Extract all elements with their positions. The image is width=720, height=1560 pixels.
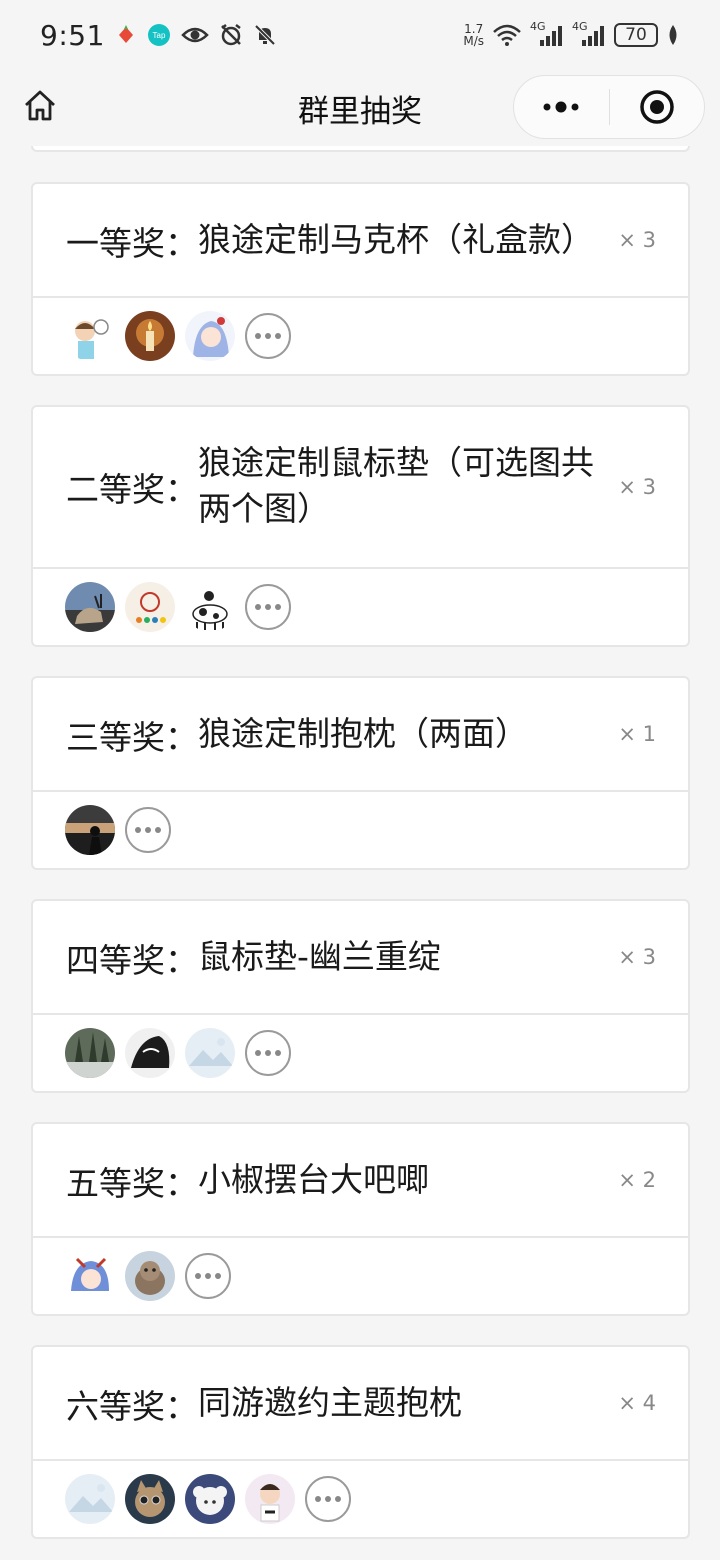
avatar-lantern[interactable] — [125, 582, 175, 632]
avatar-anime-girl[interactable] — [185, 311, 235, 361]
winner-avatars — [33, 569, 688, 645]
prize-level: 六等奖： — [66, 1387, 198, 1426]
prize-name: 狼途定制马克杯（礼盒款） — [198, 220, 594, 259]
avatar-anime-blue[interactable] — [65, 1251, 115, 1301]
app-notification-icon — [115, 24, 137, 46]
more-winners-button[interactable] — [125, 807, 171, 853]
prize-level: 三等奖： — [66, 718, 198, 757]
prize-header: 五等奖： 小椒摆台大吧唧 × 2 — [33, 1124, 688, 1238]
prize-count: × 3 — [618, 945, 656, 969]
more-winners-button[interactable] — [305, 1476, 351, 1522]
prize-level: 二等奖： — [66, 470, 198, 509]
status-left: 9:51 Tap — [40, 19, 277, 52]
status-time: 9:51 — [40, 18, 105, 52]
winner-avatars — [33, 1015, 688, 1091]
prize-card[interactable]: 五等奖： 小椒摆台大吧唧 × 2 — [31, 1122, 690, 1316]
avatar-otter[interactable] — [125, 1251, 175, 1301]
svg-text:Tap: Tap — [152, 31, 165, 40]
avatar-cow[interactable] — [185, 582, 235, 632]
status-bar: 9:51 Tap 1.7 M/s 4G 4G 70 — [0, 0, 720, 70]
net-speed: 1.7 M/s — [463, 23, 484, 47]
nav-bar: 群里抽奖 — [0, 70, 720, 146]
avatar-monochrome[interactable] — [125, 1028, 175, 1078]
avatar-cartoon-kid[interactable] — [245, 1474, 295, 1524]
prize-card[interactable]: 三等奖： 狼途定制抱枕（两面） × 1 — [31, 676, 690, 870]
avatar-wolf[interactable] — [65, 582, 115, 632]
avatar-trees[interactable] — [65, 1028, 115, 1078]
more-winners-button[interactable] — [185, 1253, 231, 1299]
eye-icon — [181, 24, 209, 46]
more-winners-button[interactable] — [245, 584, 291, 630]
more-dots-icon — [543, 101, 579, 113]
prize-name: 鼠标垫-幽兰重绽 — [198, 937, 441, 976]
winner-avatars — [33, 1461, 688, 1537]
leaf-icon — [666, 24, 680, 46]
prize-card[interactable]: 六等奖： 同游邀约主题抱枕 × 4 — [31, 1345, 690, 1539]
alarm-off-icon — [219, 23, 243, 47]
prize-count: × 3 — [618, 475, 656, 499]
prize-count: × 2 — [618, 1168, 656, 1192]
avatar-placeholder[interactable] — [185, 1028, 235, 1078]
prize-name: 狼途定制抱枕（两面） — [198, 714, 528, 753]
status-right: 1.7 M/s 4G 4G 70 — [463, 20, 680, 48]
prize-count: × 1 — [618, 722, 656, 746]
avatar-cat[interactable] — [125, 1474, 175, 1524]
mini-program-capsule — [513, 75, 705, 139]
prize-level: 五等奖： — [66, 1164, 198, 1203]
signal-label-1: 4G — [530, 20, 546, 33]
more-winners-button[interactable] — [245, 1030, 291, 1076]
avatar-sunset[interactable] — [65, 805, 115, 855]
avatar-placeholder[interactable] — [65, 1474, 115, 1524]
more-winners-button[interactable] — [245, 313, 291, 359]
signal-label-2: 4G — [572, 20, 588, 33]
close-mini-program-button[interactable] — [610, 76, 705, 138]
avatar-sheep[interactable] — [185, 1474, 235, 1524]
prize-header: 六等奖： 同游邀约主题抱枕 × 4 — [33, 1347, 688, 1461]
winner-avatars — [33, 298, 688, 374]
prize-card[interactable]: 一等奖： 狼途定制马克杯（礼盒款） × 3 — [31, 182, 690, 376]
winner-avatars — [33, 1238, 688, 1314]
prize-header: 四等奖： 鼠标垫-幽兰重绽 × 3 — [33, 901, 688, 1015]
avatar-candle[interactable] — [125, 311, 175, 361]
prize-card-partial — [31, 146, 690, 152]
target-icon — [640, 90, 674, 124]
bell-off-icon — [253, 23, 277, 47]
prize-header: 三等奖： 狼途定制抱枕（两面） × 1 — [33, 678, 688, 792]
wifi-icon — [492, 23, 522, 47]
battery-indicator: 70 — [614, 23, 658, 47]
prize-count: × 3 — [618, 228, 656, 252]
prize-header: 一等奖： 狼途定制马克杯（礼盒款） × 3 — [33, 184, 688, 298]
prize-name: 小椒摆台大吧唧 — [198, 1160, 429, 1199]
prize-level: 四等奖： — [66, 941, 198, 980]
prize-name: 狼途定制鼠标垫（可选图共两个图） — [198, 443, 594, 528]
winner-avatars — [33, 792, 688, 868]
signal-icon-1: 4G — [530, 20, 564, 48]
taptap-icon: Tap — [147, 23, 171, 47]
prize-list: 一等奖： 狼途定制马克杯（礼盒款） × 3 二等奖： 狼途定制鼠标垫（可选图共两… — [0, 146, 720, 1560]
prize-count: × 4 — [618, 1391, 656, 1415]
prize-card[interactable]: 二等奖： 狼途定制鼠标垫（可选图共两个图） × 3 — [31, 405, 690, 647]
more-menu-button[interactable] — [514, 76, 609, 138]
prize-name: 同游邀约主题抱枕 — [198, 1383, 462, 1422]
prize-card[interactable]: 四等奖： 鼠标垫-幽兰重绽 × 3 — [31, 899, 690, 1093]
prize-level: 一等奖： — [66, 224, 198, 263]
net-speed-unit: M/s — [463, 34, 484, 48]
prize-header: 二等奖： 狼途定制鼠标垫（可选图共两个图） × 3 — [33, 407, 688, 569]
signal-icon-2: 4G — [572, 20, 606, 48]
avatar-cartoon-boy[interactable] — [65, 311, 115, 361]
